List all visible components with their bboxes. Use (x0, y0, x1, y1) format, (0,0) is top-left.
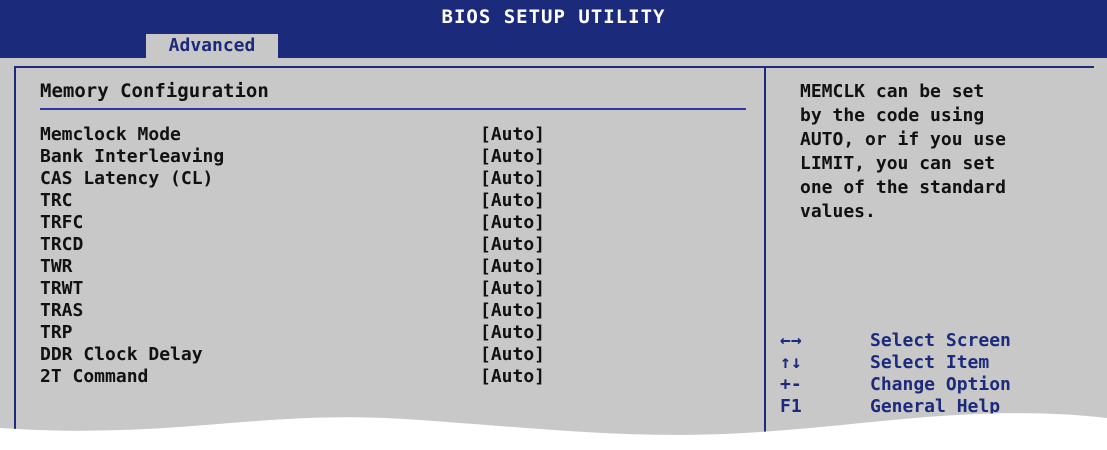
setting-value[interactable]: [Auto] (480, 344, 545, 365)
setting-row-twr[interactable]: TWR [Auto] (40, 256, 545, 278)
key-description: Change Option (870, 374, 1011, 395)
setting-row-memclock-mode[interactable]: Memclock Mode [Auto] (40, 124, 545, 146)
torn-edge (0, 413, 1107, 450)
setting-row-2t-command[interactable]: 2T Command [Auto] (40, 366, 545, 388)
section-title: Memory Configuration (40, 80, 269, 102)
key-description: Select Screen (870, 330, 1011, 351)
setting-label: TRCD (40, 234, 84, 255)
setting-row-cas-latency[interactable]: CAS Latency (CL) [Auto] (40, 168, 545, 190)
setting-label: TRC (40, 190, 73, 211)
setting-label: TRP (40, 322, 73, 343)
setting-row-ddr-clock-delay[interactable]: DDR Clock Delay [Auto] (40, 344, 545, 366)
setting-value[interactable]: [Auto] (480, 278, 545, 299)
help-divider (764, 66, 766, 450)
setting-label: TRWT (40, 278, 84, 299)
setting-value[interactable]: [Auto] (480, 124, 545, 145)
main-panel: Memory Configuration Memclock Mode [Auto… (0, 58, 1107, 450)
setting-label: Memclock Mode (40, 124, 181, 145)
arrows-ud-icon: ↑↓ (780, 352, 802, 373)
setting-row-trwt[interactable]: TRWT [Auto] (40, 278, 545, 300)
setting-row-trcd[interactable]: TRCD [Auto] (40, 234, 545, 256)
setting-label: CAS Latency (CL) (40, 168, 214, 189)
setting-label: TRAS (40, 300, 84, 321)
setting-label: Bank Interleaving (40, 146, 225, 167)
setting-value[interactable]: [Auto] (480, 322, 545, 343)
setting-value[interactable]: [Auto] (480, 146, 545, 167)
setting-row-tras[interactable]: TRAS [Auto] (40, 300, 545, 322)
setting-row-trfc[interactable]: TRFC [Auto] (40, 212, 545, 234)
setting-value[interactable]: [Auto] (480, 190, 545, 211)
bios-title: BIOS SETUP UTILITY (441, 6, 666, 28)
setting-value[interactable]: [Auto] (480, 168, 545, 189)
arrows-lr-icon: ←→ (780, 330, 802, 351)
setting-value[interactable]: [Auto] (480, 212, 545, 233)
setting-label: DDR Clock Delay (40, 344, 203, 365)
section-rule (40, 108, 746, 110)
tab-advanced[interactable]: Advanced (146, 34, 278, 58)
setting-label: 2T Command (40, 366, 149, 387)
setting-row-trc[interactable]: TRC [Auto] (40, 190, 545, 212)
setting-value[interactable]: [Auto] (480, 234, 545, 255)
setting-label: TRFC (40, 212, 84, 233)
key-description: Select Item (870, 352, 990, 373)
panel-border-left (14, 66, 16, 450)
setting-value[interactable]: [Auto] (480, 300, 545, 321)
setting-value[interactable]: [Auto] (480, 256, 545, 277)
plus-minus-icon: +- (780, 374, 802, 395)
title-bar: BIOS SETUP UTILITY Advanced (0, 0, 1107, 58)
bios-screen: BIOS SETUP UTILITY Advanced Memory Confi… (0, 0, 1107, 450)
help-text: MEMCLK can be set by the code using AUTO… (800, 81, 1006, 222)
setting-label: TWR (40, 256, 73, 277)
setting-row-trp[interactable]: TRP [Auto] (40, 322, 545, 344)
panel-border-top (14, 66, 1094, 68)
setting-row-bank-interleaving[interactable]: Bank Interleaving [Auto] (40, 146, 545, 168)
setting-value[interactable]: [Auto] (480, 366, 545, 387)
